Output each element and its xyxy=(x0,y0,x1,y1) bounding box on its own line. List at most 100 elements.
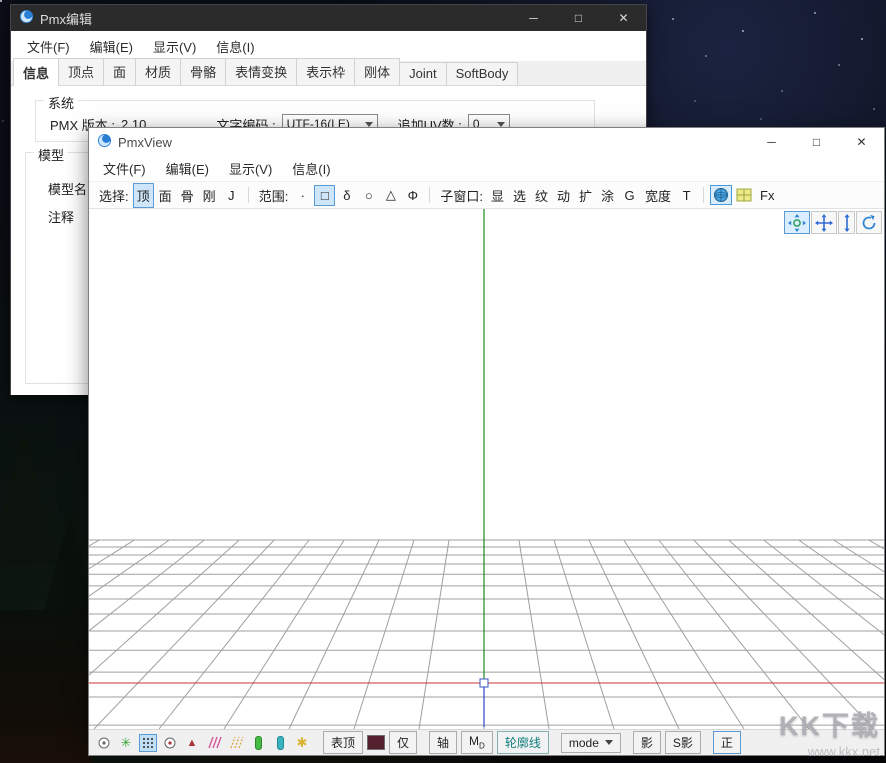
subwin-display-button[interactable]: 显 xyxy=(487,183,508,208)
subwin-texture-button[interactable]: 纹 xyxy=(531,183,552,208)
zoom-icon xyxy=(841,214,853,232)
menu-info[interactable]: 信息(I) xyxy=(282,154,340,183)
maximize-button[interactable]: □ xyxy=(556,5,601,31)
model-group-label: 模型 xyxy=(34,145,68,164)
tab-material[interactable]: 材质 xyxy=(135,58,181,85)
subwin-paint-button[interactable]: 涂 xyxy=(597,183,618,208)
view-zoom-button[interactable] xyxy=(838,211,855,234)
shadow-toggle-button[interactable]: 影 xyxy=(633,731,661,754)
menu-edit[interactable]: 编辑(E) xyxy=(156,154,219,183)
tab-face[interactable]: 面 xyxy=(103,58,136,85)
md-sub-label: D xyxy=(479,742,485,751)
select-bone-button[interactable]: 骨 xyxy=(177,183,198,208)
subwin-width-button[interactable]: 宽度 xyxy=(641,183,675,208)
select-joint-button[interactable]: J xyxy=(221,185,242,206)
toolbar-separator xyxy=(703,187,704,203)
only-button[interactable]: 仅 xyxy=(389,731,417,754)
view-titlebar[interactable]: PmxView ─ □ ✕ xyxy=(89,128,884,156)
magenta-lines-icon[interactable] xyxy=(205,734,223,752)
origin-handle xyxy=(480,679,488,687)
pmxview-window: PmxView ─ □ ✕ 文件(F) 编辑(E) 显示(V) 信息(I) 选择… xyxy=(88,127,885,756)
tab-morph[interactable]: 表情变换 xyxy=(225,58,297,85)
grid-view-button[interactable] xyxy=(733,186,755,204)
view-pan-button[interactable] xyxy=(784,211,810,234)
axis-toggle-button[interactable]: 轴 xyxy=(429,731,457,754)
editor-tabstrip: 信息 顶点 面 材质 骨骼 表情变换 表示枠 刚体 Joint SoftBody xyxy=(11,61,646,86)
model-comment-label: 注释 xyxy=(48,207,74,226)
window-title: PmxView xyxy=(118,135,172,150)
globe-icon xyxy=(713,187,729,203)
subwin-select-button[interactable]: 选 xyxy=(509,183,530,208)
sparkle-icon[interactable]: ✳ xyxy=(117,734,135,752)
view-rotate-button[interactable] xyxy=(856,211,882,234)
range-label: 范围: xyxy=(259,186,289,205)
range-dot-button[interactable]: · xyxy=(292,185,313,206)
view-toolbar: 选择: 顶 面 骨 刚 J 范围: · □ δ ○ △ Φ 子窗口: 显 选 纹… xyxy=(89,182,884,209)
minimize-button[interactable]: ─ xyxy=(749,128,794,156)
select-vertex-button[interactable]: 顶 xyxy=(133,183,154,208)
surface-vertex-button[interactable]: 表顶 xyxy=(323,731,363,754)
globe-view-button[interactable] xyxy=(710,185,732,205)
range-triangle-button[interactable]: △ xyxy=(380,184,401,206)
menu-file[interactable]: 文件(F) xyxy=(17,32,80,61)
grid-icon xyxy=(736,188,752,202)
view-menubar: 文件(F) 编辑(E) 显示(V) 信息(I) xyxy=(89,156,884,182)
dot-grid-icon[interactable] xyxy=(139,734,157,752)
menu-edit[interactable]: 编辑(E) xyxy=(80,32,143,61)
menu-view[interactable]: 显示(V) xyxy=(143,32,206,61)
toolbar-separator xyxy=(248,187,249,203)
minimize-button[interactable]: ─ xyxy=(511,5,556,31)
tab-softbody[interactable]: SoftBody xyxy=(446,62,519,85)
app-icon xyxy=(97,133,112,151)
background-color-swatch[interactable] xyxy=(367,735,385,750)
viewport-axes xyxy=(89,209,884,729)
tab-rigidbody[interactable]: 刚体 xyxy=(354,58,400,85)
subwin-expand-button[interactable]: 扩 xyxy=(575,183,596,208)
close-button[interactable]: ✕ xyxy=(601,5,646,31)
range-circle-button[interactable]: ○ xyxy=(358,185,379,206)
teal-bar-icon[interactable] xyxy=(271,734,289,752)
subwin-t-button[interactable]: T xyxy=(676,185,697,206)
menu-info[interactable]: 信息(I) xyxy=(206,32,264,61)
orange-lines-icon[interactable] xyxy=(227,734,245,752)
select-label: 选择: xyxy=(99,186,129,205)
maximize-button[interactable]: □ xyxy=(794,128,839,156)
tab-joint[interactable]: Joint xyxy=(399,62,446,85)
editor-menubar: 文件(F) 编辑(E) 显示(V) 信息(I) xyxy=(11,31,646,61)
menu-file[interactable]: 文件(F) xyxy=(93,154,156,183)
tab-info[interactable]: 信息 xyxy=(13,58,59,86)
star-icon[interactable]: ✱ xyxy=(293,734,311,752)
menu-view[interactable]: 显示(V) xyxy=(219,154,282,183)
green-bar-icon[interactable] xyxy=(249,734,267,752)
mode-dropdown[interactable]: mode xyxy=(561,733,621,753)
circle-dot-icon[interactable] xyxy=(161,734,179,752)
tab-bone[interactable]: 骨骼 xyxy=(180,58,226,85)
subwin-motion-button[interactable]: 动 xyxy=(553,183,574,208)
toolbar-separator xyxy=(429,187,430,203)
front-view-button[interactable]: 正 xyxy=(713,731,741,754)
range-square-button[interactable]: □ xyxy=(314,185,335,206)
viewport-3d[interactable] xyxy=(89,209,884,729)
subwin-g-button[interactable]: G xyxy=(619,185,640,206)
stars-decor xyxy=(0,0,2,2)
tab-vertex[interactable]: 顶点 xyxy=(58,58,104,85)
select-rigid-button[interactable]: 刚 xyxy=(199,183,220,208)
select-face-button[interactable]: 面 xyxy=(155,183,176,208)
fx-button[interactable]: Fx xyxy=(756,185,778,206)
window-title: Pmx编辑 xyxy=(40,9,92,28)
view-move-button[interactable] xyxy=(811,211,837,234)
vertex-dot-icon[interactable] xyxy=(95,734,113,752)
range-delta-button[interactable]: δ xyxy=(336,185,357,206)
rotate-icon xyxy=(860,214,878,232)
close-button[interactable]: ✕ xyxy=(839,128,884,156)
tree-silhouette xyxy=(0,610,92,763)
editor-titlebar[interactable]: Pmx编辑 ─ □ ✕ xyxy=(11,5,646,31)
pan-icon xyxy=(788,214,806,232)
md-toggle-button[interactable]: MD xyxy=(461,731,493,753)
self-shadow-toggle-button[interactable]: S影 xyxy=(665,731,701,754)
triangle-icon[interactable]: ▲ xyxy=(183,734,201,752)
move-icon xyxy=(815,214,833,232)
range-phi-button[interactable]: Φ xyxy=(402,185,423,206)
tab-frame[interactable]: 表示枠 xyxy=(296,58,355,85)
outline-toggle-button[interactable]: 轮廓线 xyxy=(497,731,549,754)
